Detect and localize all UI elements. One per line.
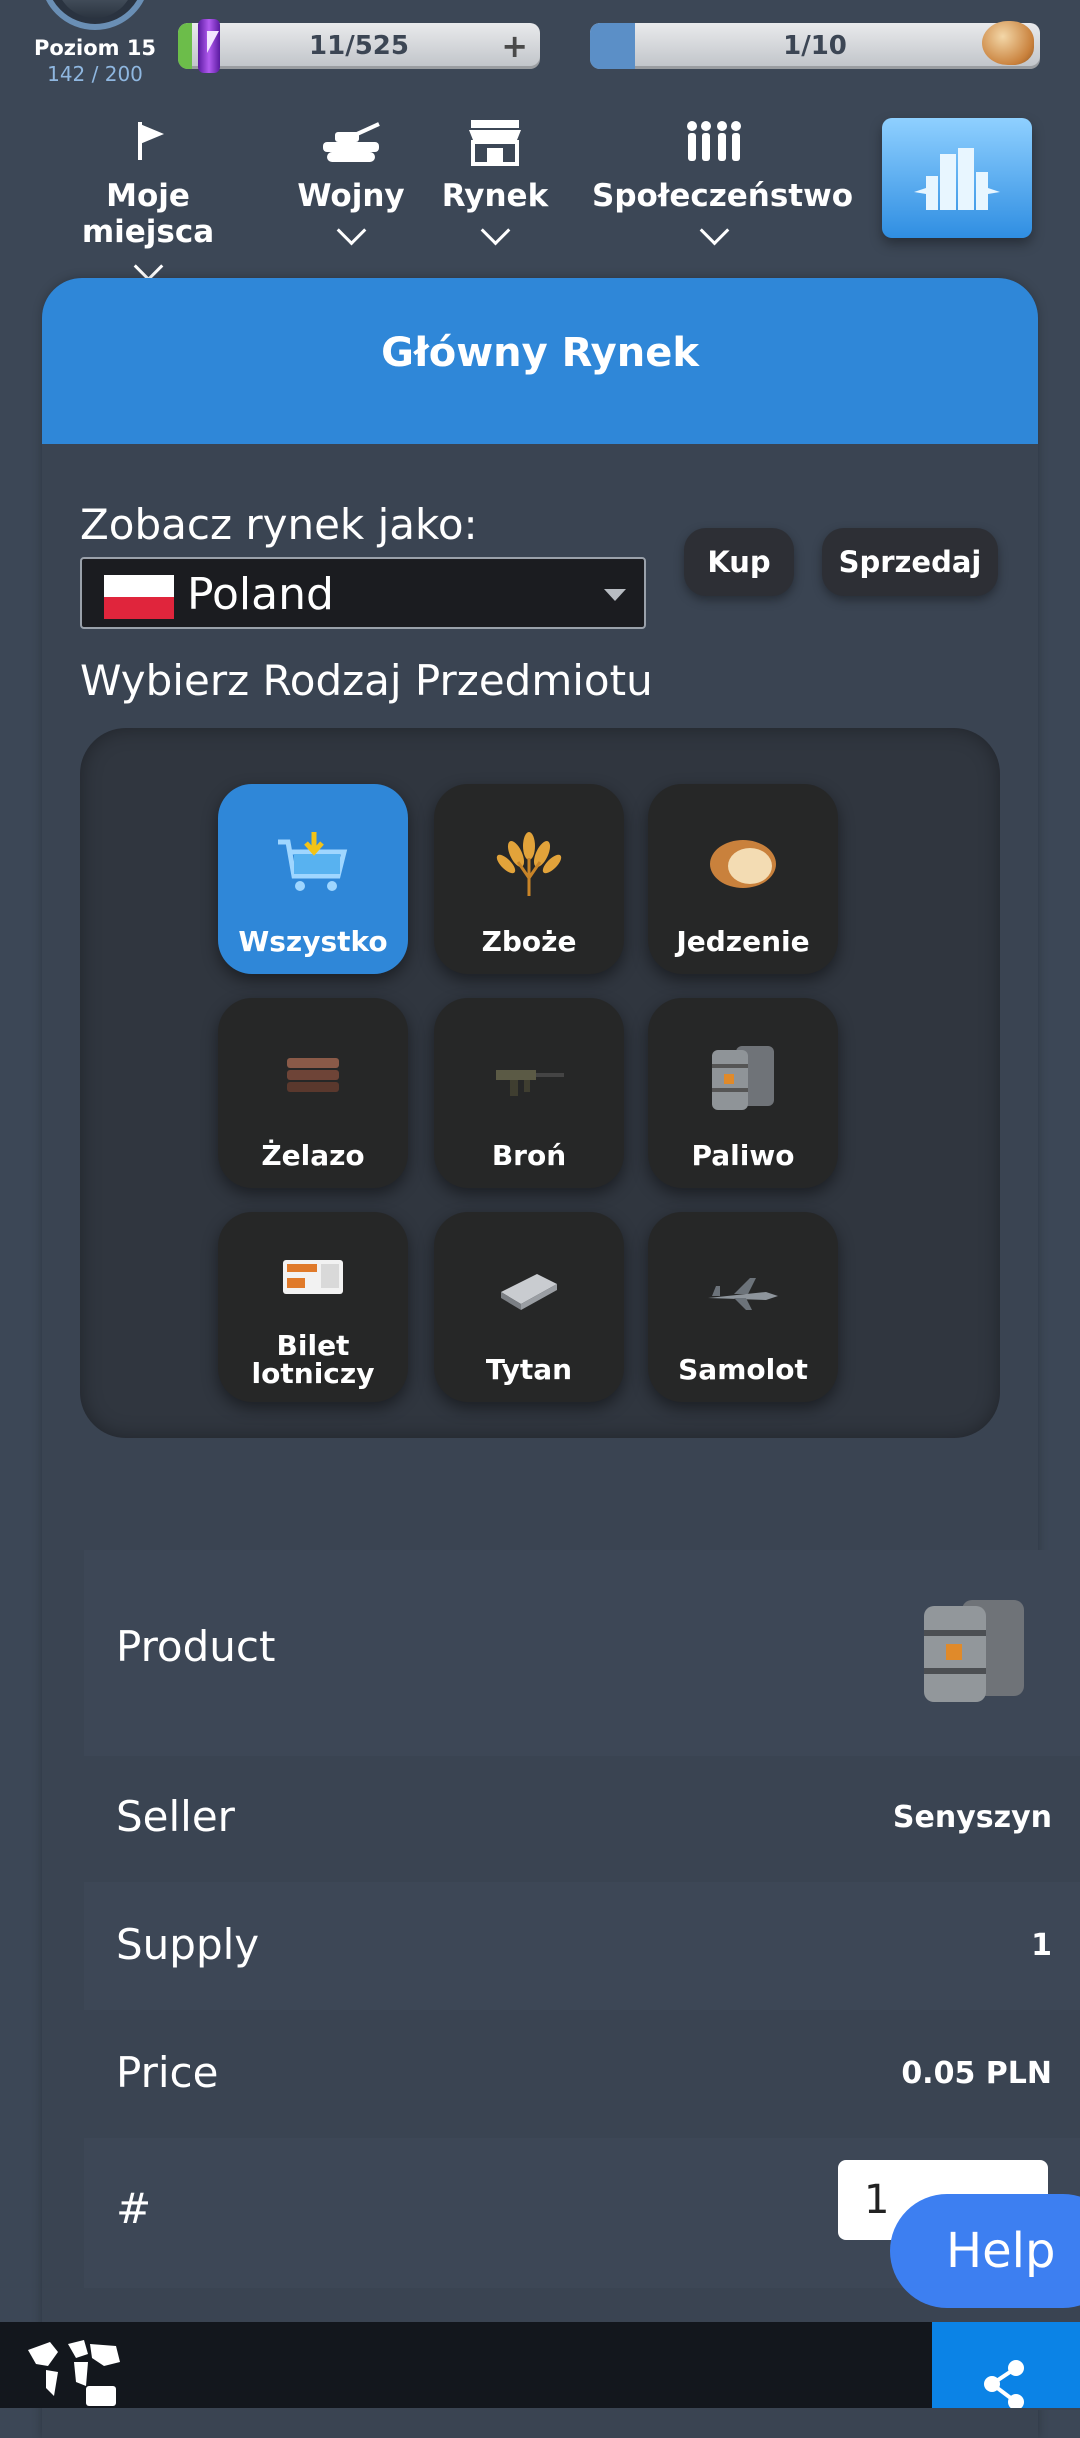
food-bar: 1/10 [590, 21, 1040, 69]
sell-button[interactable]: Sprzedaj [822, 528, 998, 596]
price-row: Price 0.05 PLN [84, 2010, 1080, 2138]
item-label: Samolot [678, 1353, 808, 1386]
item-type-label: Wybierz Rodzaj Przedmiotu [80, 656, 653, 705]
ticket-icon [283, 1260, 343, 1294]
item-label: Tytan [485, 1353, 573, 1386]
add-energy-icon[interactable]: + [501, 27, 528, 65]
nav-label: Wojny [297, 178, 405, 214]
country-select[interactable]: Poland [80, 557, 646, 629]
dropdown-arrow-icon [604, 589, 626, 601]
item-label: Zboże [481, 925, 577, 958]
item-label: Wszystko [238, 925, 388, 958]
tank-icon [323, 122, 380, 162]
quantity-label: # [116, 2184, 152, 2233]
seller-row: Seller Senyszyn [84, 1756, 1080, 1882]
see-market-as-label: Zobacz rynek jako: [80, 500, 478, 549]
city-buildings-icon [914, 148, 1000, 210]
chevron-down-icon [699, 215, 729, 246]
item-tile-samolot[interactable]: Samolot [648, 1212, 838, 1402]
item-label: Broń [491, 1139, 567, 1172]
titanium-icon [501, 1274, 557, 1310]
nav-rynek[interactable]: Rynek [440, 118, 550, 246]
bread-icon[interactable] [982, 21, 1034, 65]
item-tile-bron[interactable]: Broń [434, 998, 624, 1188]
seller-label: Seller [116, 1792, 235, 1841]
poland-flag-icon [104, 575, 174, 619]
player-level: Poziom 15 [33, 36, 157, 60]
supply-row: Supply 1 [84, 1882, 1080, 2010]
product-row: Product [84, 1550, 1080, 1756]
item-tile-bilet[interactable]: Bilet lotniczy [218, 1212, 408, 1402]
iron-icon [287, 1058, 339, 1092]
cart-icon [278, 832, 348, 891]
market-header: Główny Rynek [42, 278, 1038, 444]
nav-moje-miejsca[interactable]: Moje miejsca [46, 118, 250, 282]
bottom-bar [0, 2322, 1080, 2408]
item-label: Żelazo [261, 1139, 365, 1172]
player-xp: 142 / 200 [47, 62, 143, 86]
city-button[interactable] [882, 118, 1032, 238]
item-label: Bilet lotniczy [251, 1329, 375, 1390]
fuel-barrels-icon [712, 1046, 774, 1110]
chevron-down-icon [336, 215, 366, 246]
supply-label: Supply [116, 1920, 260, 1969]
help-button[interactable]: Help [890, 2194, 1080, 2308]
nav-spoleczenstwo[interactable]: Społeczeństwo [592, 118, 854, 246]
market-title: Główny Rynek [381, 330, 699, 376]
grain-icon [496, 832, 562, 896]
seller-name[interactable]: Senyszyn [893, 1800, 1052, 1835]
item-tile-tytan[interactable]: Tytan [434, 1212, 624, 1402]
food-value: 1/10 [783, 31, 847, 61]
jet-icon [708, 1278, 778, 1310]
nav-label: Moje miejsca [81, 178, 215, 250]
bread-icon [710, 840, 776, 888]
share-icon [984, 2360, 1024, 2408]
energy-value: 11/525 [309, 31, 409, 61]
chevron-down-icon [133, 251, 163, 282]
item-tile-zboze[interactable]: Zboże [434, 784, 624, 974]
chevron-down-icon [480, 215, 510, 246]
share-button[interactable] [932, 2322, 1080, 2408]
item-tile-zelazo[interactable]: Żelazo [218, 998, 408, 1188]
item-tile-paliwo[interactable]: Paliwo [648, 998, 838, 1188]
people-icon [687, 121, 741, 161]
world-map-icon[interactable] [24, 2336, 124, 2408]
buy-button[interactable]: Kup [684, 528, 794, 596]
price-value: 0.05 PLN [901, 2056, 1052, 2091]
product-label: Product [116, 1622, 276, 1671]
nav-wojny[interactable]: Wojny [296, 118, 406, 246]
nav-label: Rynek [441, 178, 549, 214]
supply-value: 1 [1031, 1928, 1052, 1963]
player-avatar[interactable] [40, 0, 150, 30]
country-select-value: Poland [187, 569, 334, 620]
price-label: Price [116, 2048, 219, 2097]
fuel-barrels-icon [924, 1600, 1024, 1702]
flag-icon [138, 122, 164, 160]
rifle-icon [496, 1070, 564, 1096]
energy-bar: 11/525 + [178, 19, 540, 73]
item-label: Jedzenie [676, 925, 810, 958]
item-tile-jedzenie[interactable]: Jedzenie [648, 784, 838, 974]
nav-label: Społeczeństwo [592, 178, 854, 214]
store-icon [469, 120, 521, 166]
item-label: Paliwo [691, 1139, 795, 1172]
item-tile-wszystko[interactable]: Wszystko [218, 784, 408, 974]
